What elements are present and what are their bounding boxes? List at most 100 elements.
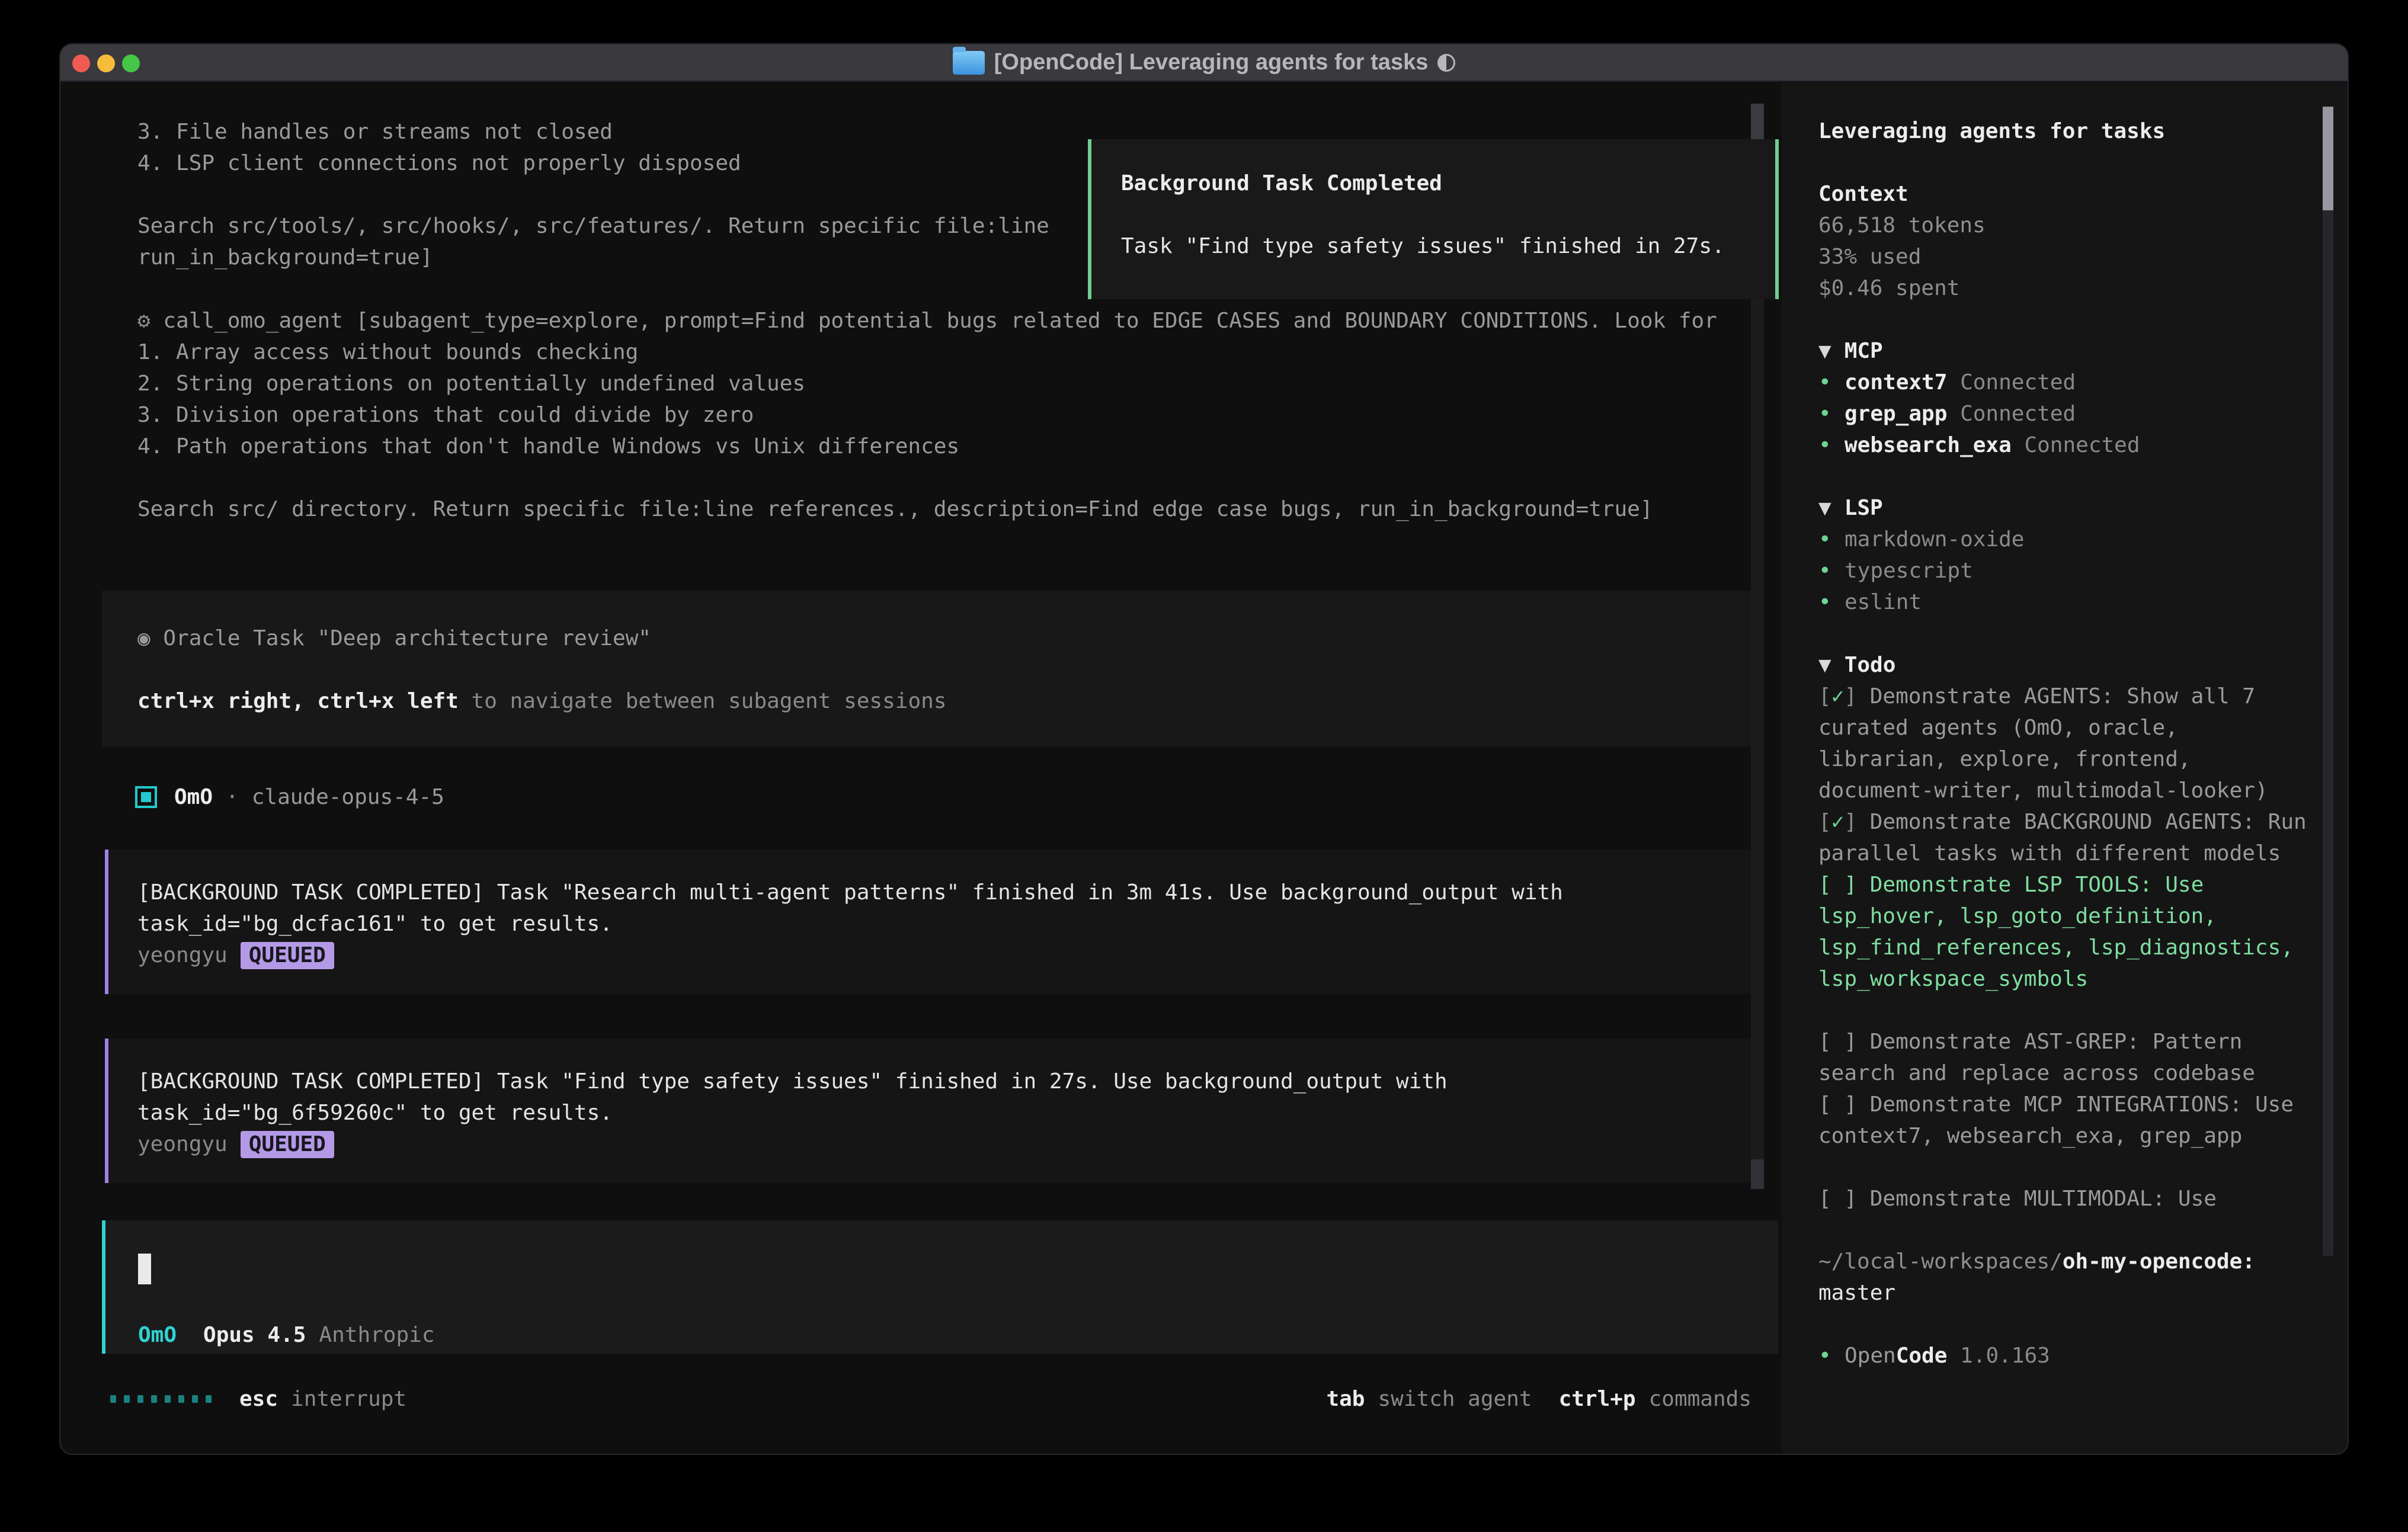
agent-model: claude-opus-4-5 [252, 781, 444, 813]
window-title-group: [OpenCode] Leveraging agents for tasks [953, 47, 1456, 78]
brand-open: Open [1845, 1344, 1896, 1368]
folder-icon [953, 51, 985, 75]
todo-heading-label: Todo [1845, 653, 1896, 677]
todo-item: [ ] Demonstrate MCP INTEGRATIONS: Use co… [1818, 1089, 2310, 1152]
main-scrollbar-end[interactable] [1751, 1159, 1764, 1189]
close-button[interactable] [72, 55, 90, 72]
brand-code: Code [1896, 1344, 1948, 1368]
mcp-item: •context7 Connected [1818, 367, 2310, 398]
mcp-section: ▼MCP •context7 Connected •grep_app Conne… [1818, 335, 2310, 461]
zoom-button[interactable] [122, 55, 140, 72]
statusbar-right: tabswitch agent ctrl+pcommands [1326, 1383, 1751, 1415]
lsp-item: •typescript [1818, 555, 2310, 586]
input-agent-name: OmO [138, 1319, 177, 1351]
record-icon: ◉ [137, 626, 150, 650]
task-author: yeongyu [137, 940, 228, 971]
half-circle-icon [1437, 54, 1455, 72]
mcp-item: •grep_app Connected [1818, 398, 2310, 430]
task-message: [BACKGROUND TASK COMPLETED] Task "Find t… [105, 1039, 1754, 1183]
todo-item: [ ] Demonstrate LSP TOOLS: Use lsp_hover… [1818, 869, 2310, 995]
scrollback-text: 3. File handles or streams not closed 4.… [137, 116, 1049, 273]
bullet-icon: • [1818, 586, 1845, 618]
lsp-name: typescript [1845, 559, 1973, 583]
sidebar-scrollbar[interactable] [2323, 107, 2333, 1256]
input-model-name[interactable]: Opus 4.5 [203, 1319, 306, 1351]
tool-call-line: ⚙ call_omo_agent [subagent_type=explore,… [137, 305, 1767, 336]
input-footer: OmO Opus 4.5 Anthropic [138, 1319, 435, 1351]
task-message-list: [BACKGROUND TASK COMPLETED] Task "Resear… [105, 850, 1754, 1227]
commands-hint-group: ctrl+pcommands [1559, 1383, 1751, 1415]
hint-text: to navigate between subagent sessions [459, 689, 947, 713]
todo-checkbox: [ ] [1818, 1092, 1857, 1117]
statusbar-left: esc interrupt [239, 1383, 406, 1415]
lsp-list: •markdown-oxide •typescript •eslint [1818, 524, 2310, 618]
mcp-item: •websearch_exa Connected [1818, 430, 2310, 461]
terminal-window: [OpenCode] Leveraging agents for tasks 3… [59, 43, 2349, 1455]
version-number: 1.0.163 [1960, 1344, 2050, 1368]
lsp-item: •eslint [1818, 586, 2310, 618]
hint-keys: ctrl+x right, ctrl+x left [137, 689, 459, 713]
sidebar-scrollbar-thumb[interactable] [2323, 107, 2333, 210]
todo-item: [✓] Demonstrate AGENTS: Show all 7 curat… [1818, 681, 2310, 806]
workspace-repo: oh-my-opencode: [2063, 1249, 2255, 1274]
oracle-task-title: Oracle Task "Deep architecture review" [163, 626, 651, 650]
minimize-button[interactable] [97, 55, 115, 72]
todo-text: Demonstrate AGENTS: Show all 7 curated a… [1818, 684, 2268, 803]
mcp-name: grep_app [1845, 402, 1947, 426]
workspace-path: ~/local-workspaces/oh-my-opencode: maste… [1818, 1246, 2310, 1309]
agent-name: OmO [174, 781, 213, 813]
tab-hint-group: tabswitch agent [1326, 1383, 1532, 1415]
todo-text: Demonstrate LSP TOOLS: Use lsp_hover, ls… [1818, 873, 2294, 991]
status-badge: QUEUED [241, 1131, 334, 1158]
input-provider-name: Anthropic [319, 1319, 434, 1351]
status-badge: QUEUED [241, 942, 334, 969]
task-message-text: [BACKGROUND TASK COMPLETED] Task "Find t… [137, 1066, 1754, 1129]
chevron-down-icon: ▼ [1818, 653, 1831, 677]
task-message: [BACKGROUND TASK COMPLETED] Task "Resear… [105, 850, 1754, 994]
lsp-name: eslint [1845, 590, 1922, 614]
task-message-text: [BACKGROUND TASK COMPLETED] Task "Resear… [137, 877, 1754, 940]
version-row: •OpenCode 1.0.163 [1818, 1340, 2310, 1371]
todo-text: Demonstrate BACKGROUND AGENTS: Run paral… [1818, 810, 2307, 866]
text-cursor [138, 1254, 151, 1284]
bullet-icon: • [1818, 524, 1845, 555]
chevron-down-icon: ▼ [1818, 339, 1831, 363]
context-section: Context 66,518 tokens 33% used $0.46 spe… [1818, 178, 2310, 304]
bullet-icon: • [1818, 398, 1845, 430]
mcp-status: Connected [1960, 370, 2076, 395]
titlebar: [OpenCode] Leveraging agents for tasks [60, 44, 2348, 82]
notification-title: Background Task Completed [1121, 168, 1775, 199]
todo-checkbox: [ ] [1818, 1187, 1857, 1211]
spinner-dots [110, 1383, 212, 1415]
agent-separator: · [226, 781, 239, 813]
todo-item: [✓] Demonstrate BACKGROUND AGENTS: Run p… [1818, 806, 2310, 869]
todo-text: Demonstrate AST-GREP: Pattern search and… [1818, 1030, 2255, 1085]
ctrlp-key-hint: ctrl+p [1559, 1387, 1636, 1411]
mcp-heading[interactable]: ▼MCP [1818, 335, 2310, 367]
esc-label: interrupt [291, 1383, 406, 1415]
bullet-icon: • [1818, 367, 1845, 398]
bullet-icon: • [1818, 430, 1845, 461]
task-message-footer: yeongyu QUEUED [137, 940, 1754, 971]
tool-call-text: call_omo_agent [subagent_type=explore, p… [163, 309, 1717, 333]
agent-square-icon [135, 786, 157, 808]
todo-heading[interactable]: ▼ Todo [1818, 649, 2310, 681]
prompt-input[interactable]: OmO Opus 4.5 Anthropic [102, 1220, 1778, 1354]
mcp-status: Connected [1960, 402, 2076, 426]
window-title: [OpenCode] Leveraging agents for tasks [994, 47, 1429, 78]
gear-icon: ⚙ [137, 309, 150, 333]
oracle-task-panel: ◉ Oracle Task "Deep architecture review"… [102, 591, 1754, 746]
todo-text: Demonstrate MCP INTEGRATIONS: Use contex… [1818, 1092, 2294, 1148]
tool-call-detail: 1. Array access without bounds checking … [137, 336, 1767, 525]
task-author: yeongyu [137, 1129, 228, 1160]
todo-checkbox: [✓] [1818, 810, 1857, 834]
agent-header: OmO · claude-opus-4-5 [135, 781, 444, 813]
workspace-branch: master [1818, 1281, 1895, 1305]
todo-checkbox: [ ] [1818, 1030, 1857, 1054]
tab-label: switch agent [1378, 1387, 1532, 1411]
notification-body: Task "Find type safety issues" finished … [1121, 230, 1775, 262]
lsp-heading[interactable]: ▼LSP [1818, 492, 2310, 524]
todo-item: [ ] Demonstrate AST-GREP: Pattern search… [1818, 1026, 2310, 1089]
todo-checkbox: [ ] [1818, 873, 1857, 897]
session-title: Leveraging agents for tasks [1818, 116, 2310, 147]
